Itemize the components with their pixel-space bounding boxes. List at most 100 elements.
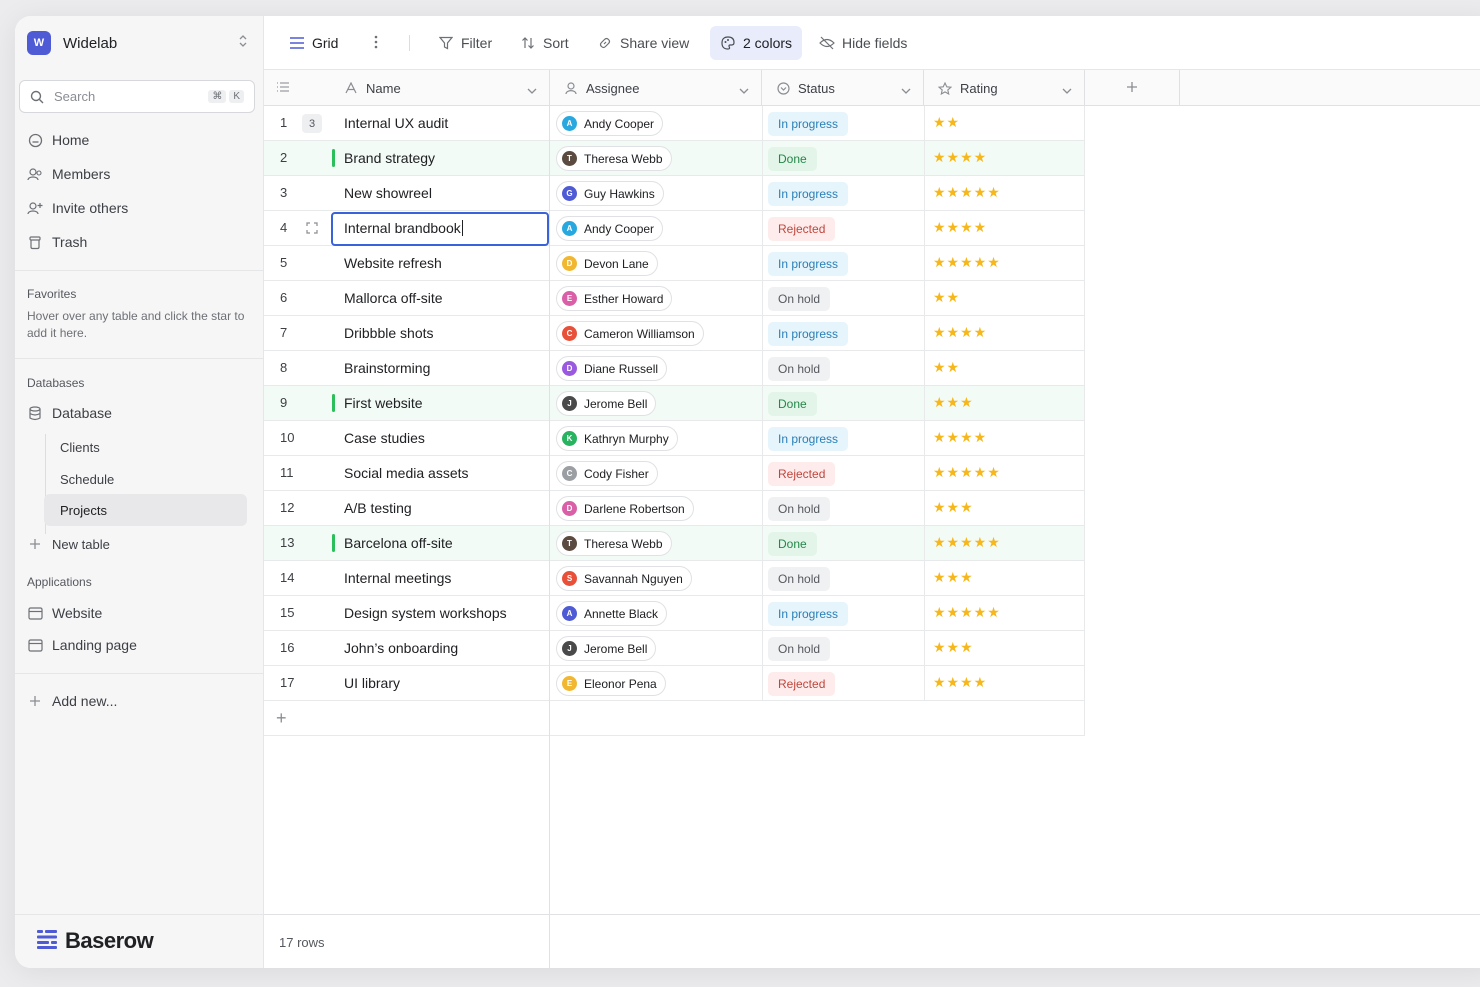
app-item-landing-page[interactable]: Landing page xyxy=(27,633,137,657)
chevron-down-icon[interactable] xyxy=(739,82,749,97)
status-badge[interactable]: On hold xyxy=(768,497,831,521)
table-row[interactable]: 13 Barcelona off-site xyxy=(264,526,549,561)
rating-stars[interactable]: ★★★★★ xyxy=(933,604,1001,621)
rating-stars[interactable]: ★★ xyxy=(933,289,960,306)
status-badge[interactable]: In progress xyxy=(768,112,849,136)
name-cell[interactable]: Social media assets xyxy=(344,465,469,481)
row-comment-count[interactable]: 3 xyxy=(302,114,322,133)
table-row[interactable]: 9 First website xyxy=(264,386,549,421)
nav-trash[interactable]: Trash xyxy=(27,230,87,254)
view-switcher-grid[interactable]: Grid xyxy=(279,26,348,60)
chevron-down-icon[interactable] xyxy=(1062,82,1072,97)
table-row[interactable]: A Andy Cooper Rejected ★★★★ xyxy=(550,211,1085,246)
rating-stars[interactable]: ★★ xyxy=(933,359,960,376)
name-cell[interactable]: First website xyxy=(344,395,423,411)
table-row[interactable]: T Theresa Webb Done ★★★★ xyxy=(550,141,1085,176)
assignee-chip[interactable]: A Andy Cooper xyxy=(556,111,664,136)
table-row[interactable]: D Devon Lane In progress ★★★★★ xyxy=(550,246,1085,281)
table-row[interactable]: 11 Social media assets xyxy=(264,456,549,491)
rating-stars[interactable]: ★★★★★ xyxy=(933,254,1001,271)
add-row-button[interactable]: + xyxy=(264,701,549,736)
table-row[interactable]: C Cody Fisher Rejected ★★★★★ xyxy=(550,456,1085,491)
status-badge[interactable]: Done xyxy=(768,147,817,171)
table-item-schedule[interactable]: Schedule xyxy=(44,463,247,495)
name-cell[interactable]: Internal UX audit xyxy=(344,115,448,131)
name-cell[interactable]: Design system workshops xyxy=(344,605,507,621)
table-row[interactable]: E Esther Howard On hold ★★ xyxy=(550,281,1085,316)
assignee-chip[interactable]: K Kathryn Murphy xyxy=(556,426,678,451)
assignee-chip[interactable]: E Eleonor Pena xyxy=(556,671,666,696)
table-row[interactable]: K Kathryn Murphy In progress ★★★★ xyxy=(550,421,1085,456)
table-row[interactable]: G Guy Hawkins In progress ★★★★★ xyxy=(550,176,1085,211)
column-header-name[interactable]: Name xyxy=(328,70,549,106)
add-field-button[interactable] xyxy=(1085,70,1180,106)
table-row[interactable]: 16 John’s onboarding xyxy=(264,631,549,666)
rating-stars[interactable]: ★★★ xyxy=(933,394,974,411)
table-row[interactable]: C Cameron Williamson In progress ★★★★ xyxy=(550,316,1085,351)
app-item-website[interactable]: Website xyxy=(27,601,102,625)
rating-stars[interactable]: ★★★★★ xyxy=(933,184,1001,201)
add-row-area[interactable] xyxy=(550,701,1085,736)
assignee-chip[interactable]: A Andy Cooper xyxy=(556,216,664,241)
table-row[interactable]: D Darlene Robertson On hold ★★★ xyxy=(550,491,1085,526)
row-select-header[interactable] xyxy=(264,70,328,106)
status-badge[interactable]: On hold xyxy=(768,357,831,381)
add-new-button[interactable]: Add new... xyxy=(27,689,117,713)
table-row[interactable]: 5 Website refresh xyxy=(264,246,549,281)
column-header-assignee[interactable]: Assignee xyxy=(550,70,762,106)
assignee-chip[interactable]: C Cameron Williamson xyxy=(556,321,704,346)
assignee-chip[interactable]: A Annette Black xyxy=(556,601,668,626)
table-row[interactable]: 15 Design system workshops xyxy=(264,596,549,631)
row-colors-button[interactable]: 2 colors xyxy=(710,26,803,60)
status-badge[interactable]: Done xyxy=(768,532,817,556)
assignee-chip[interactable]: T Theresa Webb xyxy=(556,531,672,556)
chevron-down-icon[interactable] xyxy=(527,82,537,97)
assignee-chip[interactable]: S Savannah Nguyen xyxy=(556,566,692,591)
sort-button[interactable]: Sort xyxy=(510,26,579,60)
table-row[interactable]: J Jerome Bell On hold ★★★ xyxy=(550,631,1085,666)
rating-stars[interactable]: ★★★ xyxy=(933,569,974,586)
assignee-chip[interactable]: E Esther Howard xyxy=(556,286,673,311)
table-item-projects[interactable]: Projects xyxy=(44,494,247,526)
name-cell[interactable]: Brand strategy xyxy=(344,150,435,166)
status-badge[interactable]: On hold xyxy=(768,637,831,661)
table-row[interactable]: J Jerome Bell Done ★★★ xyxy=(550,386,1085,421)
name-cell[interactable]: John’s onboarding xyxy=(344,640,458,656)
filter-button[interactable]: Filter xyxy=(428,26,502,60)
table-row[interactable]: D Diane Russell On hold ★★ xyxy=(550,351,1085,386)
name-cell[interactable]: Internal brandbook xyxy=(344,220,463,236)
name-cell[interactable]: Case studies xyxy=(344,430,425,446)
name-cell[interactable]: Dribbble shots xyxy=(344,325,434,341)
table-row[interactable]: 4 Internal brandbook xyxy=(264,211,549,246)
name-cell[interactable]: UI library xyxy=(344,675,400,691)
status-badge[interactable]: In progress xyxy=(768,252,849,276)
status-badge[interactable]: On hold xyxy=(768,287,831,311)
nav-home[interactable]: Home xyxy=(27,128,89,152)
table-row[interactable]: A Andy Cooper In progress ★★ xyxy=(550,106,1085,141)
rating-stars[interactable]: ★★★★ xyxy=(933,324,987,341)
name-cell[interactable]: A/B testing xyxy=(344,500,412,516)
table-row[interactable]: 14 Internal meetings xyxy=(264,561,549,596)
database-item[interactable]: Database xyxy=(27,401,112,425)
hide-fields-button[interactable]: Hide fields xyxy=(809,26,917,60)
table-row[interactable]: 10 Case studies xyxy=(264,421,549,456)
rating-stars[interactable]: ★★ xyxy=(933,114,960,131)
table-row[interactable]: 2 Brand strategy xyxy=(264,141,549,176)
name-cell[interactable]: Website refresh xyxy=(344,255,442,271)
name-cell[interactable]: Mallorca off-site xyxy=(344,290,443,306)
rating-stars[interactable]: ★★★ xyxy=(933,639,974,656)
status-badge[interactable]: In progress xyxy=(768,427,849,451)
status-badge[interactable]: Rejected xyxy=(768,462,836,486)
table-row[interactable]: 6 Mallorca off-site xyxy=(264,281,549,316)
assignee-chip[interactable]: J Jerome Bell xyxy=(556,636,657,661)
rating-stars[interactable]: ★★★★★ xyxy=(933,534,1001,551)
status-badge[interactable]: Rejected xyxy=(768,217,836,241)
assignee-chip[interactable]: D Darlene Robertson xyxy=(556,496,694,521)
assignee-chip[interactable]: J Jerome Bell xyxy=(556,391,657,416)
view-more-menu[interactable] xyxy=(364,26,388,60)
assignee-chip[interactable]: D Devon Lane xyxy=(556,251,658,276)
status-badge[interactable]: On hold xyxy=(768,567,831,591)
table-row[interactable]: 17 UI library xyxy=(264,666,549,701)
assignee-chip[interactable]: T Theresa Webb xyxy=(556,146,672,171)
assignee-chip[interactable]: G Guy Hawkins xyxy=(556,181,664,206)
